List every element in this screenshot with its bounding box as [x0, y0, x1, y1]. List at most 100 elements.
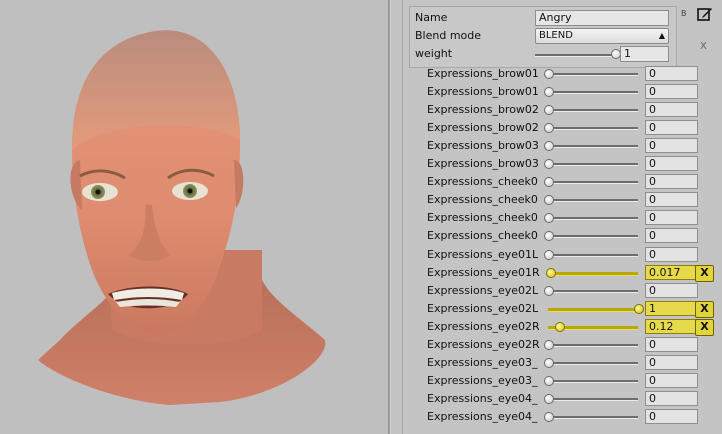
expression-slider-thumb[interactable] — [544, 141, 554, 151]
expression-slider-track[interactable] — [548, 73, 638, 76]
expression-row: Expressions_brow01 0 — [427, 66, 717, 81]
expression-label: Expressions_cheek0 — [427, 229, 538, 242]
expression-slider-thumb[interactable] — [634, 304, 644, 314]
expression-row: Expressions_eye01L 0 — [427, 247, 717, 262]
expression-value-input[interactable]: 0.12 — [645, 319, 698, 334]
weight-input[interactable]: 1 — [620, 46, 669, 62]
expression-slider-track[interactable] — [548, 109, 638, 112]
expression-slider-thumb[interactable] — [544, 159, 554, 169]
expression-slider-track[interactable] — [548, 163, 638, 166]
reset-expression-button[interactable]: X — [695, 319, 714, 336]
expression-label: Expressions_eye03_ — [427, 356, 538, 369]
expression-slider-thumb[interactable] — [544, 213, 554, 223]
expression-label: Expressions_eye02R — [427, 320, 540, 333]
expression-slider-thumb[interactable] — [544, 195, 554, 205]
expression-slider-thumb[interactable] — [544, 105, 554, 115]
expression-slider-track[interactable] — [548, 254, 638, 257]
expression-slider-thumb[interactable] — [544, 286, 554, 296]
expression-row: Expressions_eye01R 0.017 X — [427, 265, 717, 282]
expression-label: Expressions_eye01L — [427, 248, 539, 261]
expression-slider-thumb[interactable] — [544, 394, 554, 404]
expression-label: Expressions_brow01 — [427, 67, 539, 80]
expression-slider-track[interactable] — [548, 380, 638, 383]
expression-slider-thumb[interactable] — [544, 123, 554, 133]
expression-label: Expressions_eye04_ — [427, 392, 538, 405]
expression-slider-thumb[interactable] — [544, 87, 554, 97]
expression-value-input[interactable]: 0 — [645, 174, 698, 189]
expression-row: Expressions_eye03_ 0 — [427, 355, 717, 370]
expression-slider-thumb[interactable] — [544, 177, 554, 187]
expression-label: Expressions_brow03 — [427, 139, 539, 152]
reset-expression-button[interactable]: X — [695, 265, 714, 282]
expression-value-input[interactable]: 0 — [645, 192, 698, 207]
expression-slider-track[interactable] — [548, 272, 638, 276]
expression-slider-thumb[interactable] — [546, 268, 556, 278]
expression-slider-track[interactable] — [548, 308, 638, 312]
expression-label: Expressions_brow03 — [427, 157, 539, 170]
expression-label: Expressions_eye01R — [427, 266, 540, 279]
expression-value-input[interactable]: 0 — [645, 228, 698, 243]
expression-slider-track[interactable] — [548, 91, 638, 94]
edit-icon[interactable] — [697, 6, 713, 22]
expression-value-input[interactable]: 0 — [645, 210, 698, 225]
expression-value-input[interactable]: 0 — [645, 373, 698, 388]
weight-label: weight — [415, 47, 453, 60]
remove-expression-button[interactable]: X — [700, 41, 707, 52]
expression-row: Expressions_brow03 0 — [427, 138, 717, 153]
reset-expression-button[interactable]: X — [695, 301, 714, 318]
expression-value-input[interactable]: 0 — [645, 84, 698, 99]
expression-row: Expressions_cheek0 0 — [427, 210, 717, 225]
expression-row: Expressions_brow02 0 — [427, 120, 717, 135]
expression-slider-thumb[interactable] — [544, 250, 554, 260]
expression-row: Expressions_brow03 0 — [427, 156, 717, 171]
expression-label: Expressions_eye02L — [427, 284, 539, 297]
expression-value-input[interactable]: 1 — [645, 301, 698, 316]
expression-row: Expressions_eye04_ 0 — [427, 409, 717, 424]
expression-value-input[interactable]: 0 — [645, 156, 698, 171]
expression-slider-track[interactable] — [548, 127, 638, 130]
expression-label: Expressions_cheek0 — [427, 211, 538, 224]
expression-slider-track[interactable] — [548, 398, 638, 401]
expression-slider-track[interactable] — [548, 344, 638, 347]
scene-viewport[interactable] — [0, 0, 388, 434]
blend-mode-dropdown[interactable]: BLEND ▲ — [535, 28, 669, 44]
expression-label: Expressions_cheek0 — [427, 193, 538, 206]
expression-slider-track[interactable] — [548, 199, 638, 202]
expression-row: Expressions_eye04_ 0 — [427, 391, 717, 406]
expression-slider-track[interactable] — [548, 181, 638, 184]
expression-slider-thumb[interactable] — [544, 358, 554, 368]
expression-value-input[interactable]: 0 — [645, 409, 698, 424]
expression-value-input[interactable]: 0 — [645, 138, 698, 153]
expression-value-input[interactable]: 0.017 — [645, 265, 698, 280]
inspector-indent-line — [402, 0, 403, 434]
expression-slider-track[interactable] — [548, 416, 638, 419]
expression-slider-thumb[interactable] — [544, 412, 554, 422]
expression-slider-thumb[interactable] — [555, 322, 565, 332]
expression-label: Expressions_cheek0 — [427, 175, 538, 188]
expression-row: Expressions_cheek0 0 — [427, 228, 717, 243]
corner-b-label: B — [681, 9, 687, 18]
weight-slider-track[interactable] — [535, 54, 615, 57]
expression-slider-thumb[interactable] — [544, 340, 554, 350]
expression-value-input[interactable]: 0 — [645, 247, 698, 262]
expression-value-input[interactable]: 0 — [645, 120, 698, 135]
expression-row: Expressions_eye02R 0.12 X — [427, 319, 717, 336]
expression-slider-thumb[interactable] — [544, 69, 554, 79]
expression-slider-track[interactable] — [548, 235, 638, 238]
expression-value-input[interactable]: 0 — [645, 391, 698, 406]
name-input[interactable]: Angry — [535, 10, 669, 26]
expression-slider-track[interactable] — [548, 290, 638, 293]
expression-slider-track[interactable] — [548, 217, 638, 220]
expression-value-input[interactable]: 0 — [645, 283, 698, 298]
expression-value-input[interactable]: 0 — [645, 355, 698, 370]
expression-row: Expressions_brow01 0 — [427, 84, 717, 99]
expression-value-input[interactable]: 0 — [645, 102, 698, 117]
expression-slider-track[interactable] — [548, 145, 638, 148]
expression-row: Expressions_eye02R 0 — [427, 337, 717, 352]
expression-value-input[interactable]: 0 — [645, 337, 698, 352]
expression-slider-track[interactable] — [548, 362, 638, 365]
expression-value-input[interactable]: 0 — [645, 66, 698, 81]
expression-slider-thumb[interactable] — [544, 231, 554, 241]
blend-mode-label: Blend mode — [415, 29, 482, 42]
expression-slider-thumb[interactable] — [544, 376, 554, 386]
